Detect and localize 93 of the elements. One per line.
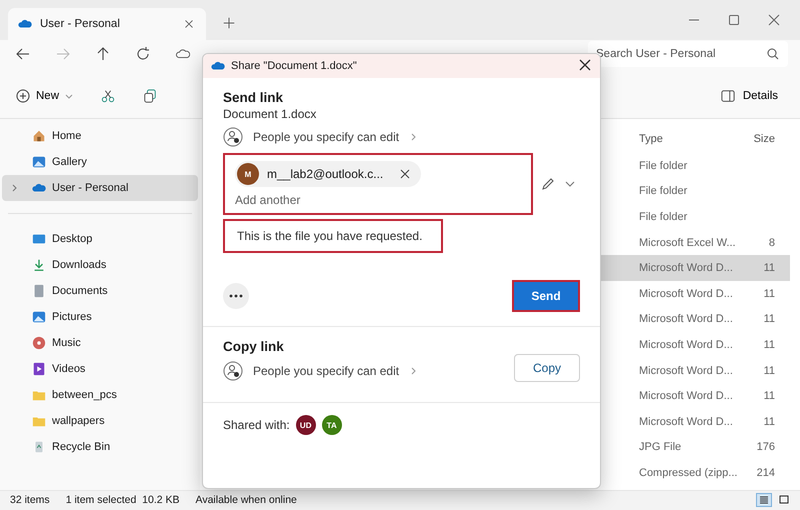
- sidebar-item[interactable]: between_pcs: [2, 382, 198, 408]
- details-view-button[interactable]: [756, 493, 772, 507]
- refresh-icon[interactable]: [136, 47, 150, 61]
- pencil-icon[interactable]: [541, 177, 555, 191]
- recipient-email: m__lab2@outlook.c...: [267, 167, 384, 181]
- size-cell-text: 8: [768, 236, 775, 249]
- size-cell-text: 176: [756, 441, 775, 454]
- browser-tab[interactable]: User - Personal: [8, 8, 206, 40]
- more-icon: [229, 294, 243, 298]
- video-icon: [32, 362, 46, 376]
- type-cell-text: Compressed (zipp...: [639, 466, 738, 479]
- sidebar-item[interactable]: Downloads: [2, 252, 198, 278]
- section-heading: Send link: [223, 90, 284, 105]
- recipients-field[interactable]: M m__lab2@outlook.c... Add another: [223, 153, 533, 215]
- type-cell-text: Microsoft Word D...: [639, 288, 734, 300]
- avatar[interactable]: UD: [296, 415, 316, 435]
- maximize-icon[interactable]: [728, 14, 740, 26]
- add-recipient-input[interactable]: Add another: [235, 193, 521, 207]
- gallery-icon: [32, 155, 46, 169]
- size-cell-text: 11: [762, 390, 775, 402]
- picture-icon: [32, 310, 46, 324]
- more-options-button[interactable]: [223, 283, 249, 309]
- cut-icon[interactable]: [101, 89, 116, 103]
- shared-with-label: Shared with:: [223, 418, 290, 432]
- type-cell-text: Microsoft Excel W...: [639, 236, 737, 249]
- type-cell-text: File folder: [639, 210, 688, 223]
- document-icon: [32, 284, 46, 298]
- sidebar-item[interactable]: Home: [2, 123, 198, 149]
- close-icon[interactable]: [768, 14, 780, 26]
- item-count: 32 items: [10, 494, 50, 506]
- details-button[interactable]: Details: [714, 88, 784, 104]
- desktop-icon: [32, 232, 46, 246]
- chevron-right-icon[interactable]: [409, 133, 418, 141]
- people-icon: [223, 127, 243, 147]
- size-cell-text: 11: [762, 288, 775, 300]
- type-cell-text: JPG File: [639, 441, 682, 454]
- panel-icon: [720, 89, 735, 103]
- avatar[interactable]: TA: [322, 415, 342, 435]
- sidebar-item[interactable]: wallpapers: [2, 408, 198, 434]
- sidebar-item[interactable]: User - Personal: [2, 175, 198, 201]
- plus-icon: [16, 89, 30, 103]
- search-icon: [766, 47, 780, 61]
- download-icon: [32, 258, 46, 272]
- dropdown-caret-icon: [65, 92, 74, 100]
- size-cell-text: 11: [762, 416, 775, 428]
- close-button[interactable]: [578, 59, 592, 73]
- home-icon: [32, 129, 46, 143]
- permission-link[interactable]: People you specify can edit: [223, 361, 418, 381]
- type-cell-text: Microsoft Word D...: [639, 338, 734, 351]
- type-cell-text: Microsoft Word D...: [639, 262, 734, 274]
- sidebar-item[interactable]: Pictures: [2, 304, 198, 330]
- type-cell-text: Microsoft Word D...: [639, 313, 734, 326]
- expand-chevron-icon[interactable]: [10, 184, 18, 192]
- sidebar-item[interactable]: Documents: [2, 278, 198, 304]
- section-heading: Copy link: [223, 339, 285, 354]
- dialog-title: Share "Document 1.docx": [231, 60, 357, 72]
- avatar: M: [237, 163, 259, 185]
- list-icon: [759, 495, 769, 505]
- back-arrow-icon[interactable]: [16, 47, 30, 61]
- sidebar-item[interactable]: Videos: [2, 356, 198, 382]
- column-header[interactable]: Type: [639, 133, 739, 145]
- availability-status: Available when online: [196, 494, 297, 506]
- new-tab-icon[interactable]: [222, 16, 236, 30]
- copy-button[interactable]: Copy: [514, 354, 580, 382]
- people-icon: [223, 361, 243, 381]
- square-icon: [779, 495, 789, 505]
- permission-link[interactable]: People you specify can edit: [223, 127, 418, 147]
- tab-title: User - Personal: [40, 18, 121, 30]
- new-button[interactable]: New: [16, 89, 74, 103]
- send-button[interactable]: Send: [512, 280, 580, 312]
- sidebar-item[interactable]: Recycle Bin: [2, 434, 198, 460]
- size-cell-text: 11: [762, 338, 775, 351]
- sidebar-item[interactable]: Desktop: [2, 226, 198, 252]
- sidebar-item[interactable]: Music: [2, 330, 198, 356]
- size-cell-text: 11: [762, 364, 775, 377]
- cloud-icon: [176, 47, 190, 61]
- size-cell-text: 11: [762, 262, 775, 274]
- type-cell-text: Microsoft Word D...: [639, 364, 734, 377]
- type-cell-text: Microsoft Word D...: [639, 390, 734, 402]
- size-cell-text: 11: [762, 313, 775, 326]
- column-header[interactable]: Size: [739, 133, 775, 145]
- remove-icon[interactable]: [399, 168, 412, 180]
- sidebar-item[interactable]: Gallery: [2, 149, 198, 175]
- search-field[interactable]: Search User - Personal: [588, 41, 788, 67]
- message-field[interactable]: This is the file you have requested.: [223, 219, 443, 253]
- selection-info: 1 item selected 10.2 KB: [66, 494, 180, 506]
- chevron-right-icon[interactable]: [409, 367, 418, 375]
- up-arrow-icon[interactable]: [96, 47, 110, 61]
- music-icon: [32, 336, 46, 350]
- file-name: Document 1.docx: [223, 107, 318, 121]
- size-cell-text: 214: [756, 466, 775, 479]
- copy-icon[interactable]: [143, 89, 158, 103]
- type-cell-text: Microsoft Word D...: [639, 416, 734, 428]
